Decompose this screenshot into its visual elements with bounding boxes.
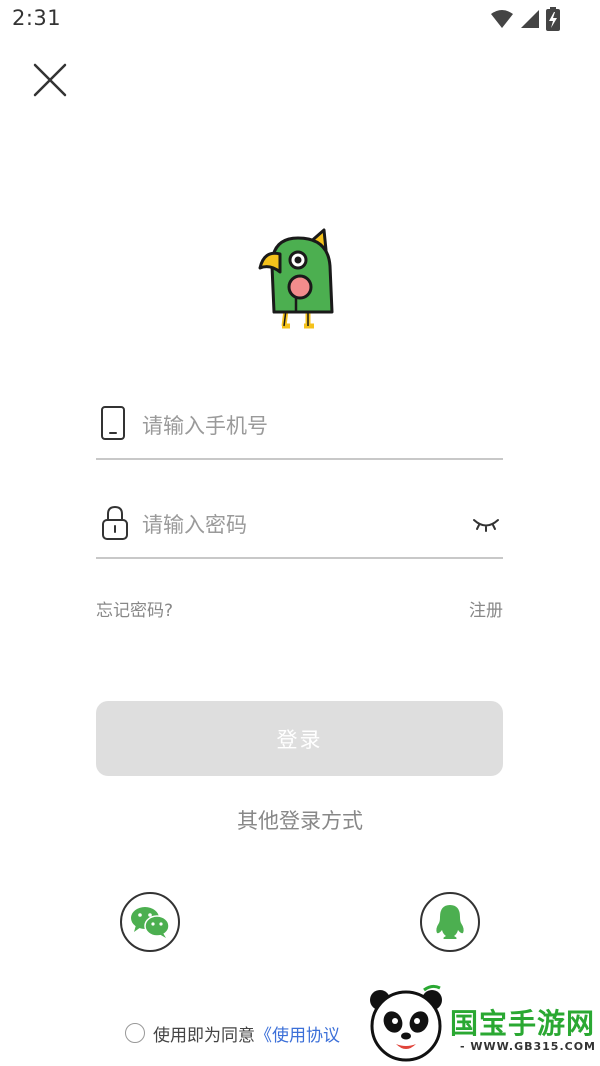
watermark-url: - WWW.GB315.COM -: [460, 1040, 600, 1053]
qq-login-button[interactable]: [420, 892, 480, 952]
wechat-icon: [131, 907, 170, 938]
signal-icon: [521, 10, 539, 28]
lock-icon: [102, 505, 128, 540]
phone-icon: [101, 406, 125, 440]
wifi-icon: [491, 10, 513, 28]
login-screen: 2:31 请输入手机号 忘记密码? 注册 登录 其他登录方式 使用即为同意 《使…: [0, 0, 600, 1066]
agreement-row: 使用即为同意 《使用协议: [125, 1020, 340, 1046]
password-field: [96, 501, 503, 559]
close-button[interactable]: [28, 58, 72, 102]
wechat-login-button[interactable]: [120, 892, 180, 952]
phone-input[interactable]: [142, 410, 462, 442]
other-login-label: 其他登录方式: [237, 809, 363, 833]
user-agreement-link[interactable]: 《使用协议: [255, 1021, 340, 1046]
link-row: 忘记密码? 注册: [96, 596, 503, 622]
agree-checkbox[interactable]: [125, 1023, 145, 1043]
eye-closed-icon[interactable]: [471, 513, 501, 533]
forgot-password-link[interactable]: 忘记密码?: [96, 596, 173, 621]
close-icon: [33, 63, 67, 97]
watermark-title: 国宝手游网: [450, 1007, 596, 1040]
qq-icon: [436, 905, 464, 939]
status-time: 2:31: [12, 6, 62, 30]
status-icons: [490, 6, 560, 32]
login-button[interactable]: 登录: [96, 701, 503, 776]
register-link[interactable]: 注册: [469, 596, 503, 621]
agreement-text: 使用即为同意: [153, 1025, 255, 1046]
battery-icon: [546, 7, 560, 31]
watermark: 国宝手游网 - WWW.GB315.COM -: [348, 972, 600, 1066]
phone-field: [96, 402, 503, 460]
panda-logo-icon: [370, 984, 442, 1062]
password-input[interactable]: [142, 509, 462, 541]
parrot-logo-icon: [258, 228, 334, 329]
